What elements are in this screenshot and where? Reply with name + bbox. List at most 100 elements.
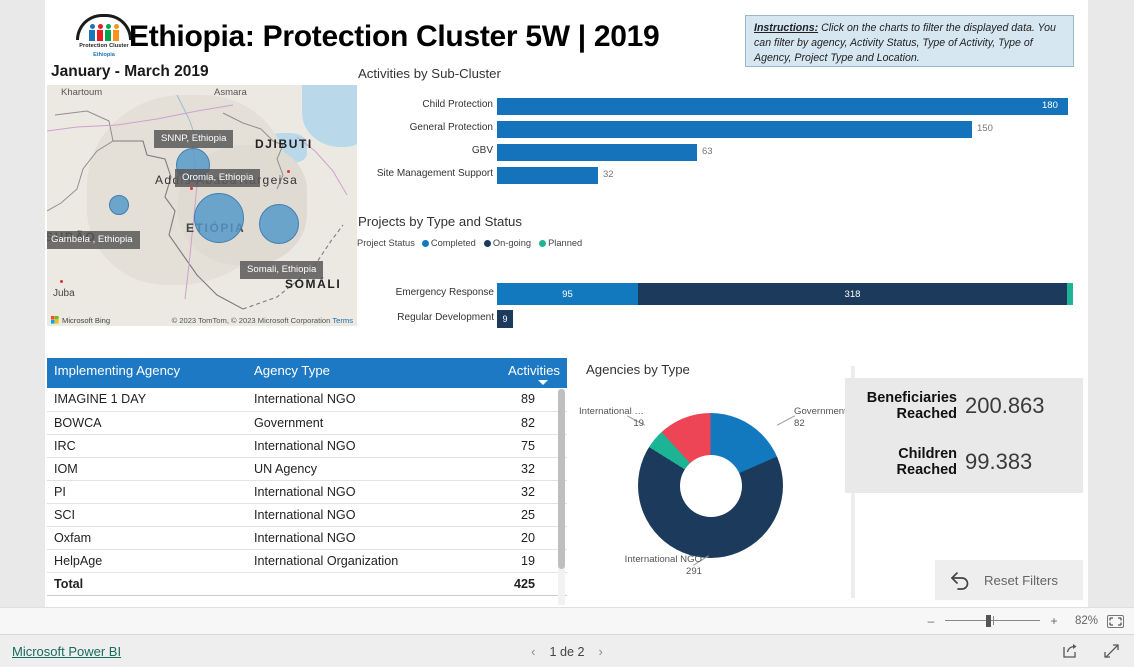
zoom-slider-thumb[interactable] xyxy=(986,615,991,627)
table-row[interactable]: HelpAge International Organization 19 xyxy=(47,549,567,573)
projects-bar-chart[interactable]: Project Status Completed On-going Planne… xyxy=(357,212,1079,330)
map-bubble-snnp[interactable] xyxy=(194,193,244,243)
logo-caption-country: Ethiopia xyxy=(93,52,115,58)
table-row[interactable]: PI International NGO 32 xyxy=(47,480,567,504)
table-row[interactable]: IRC International NGO 75 xyxy=(47,434,567,458)
map-label-somali: Somali, Ethiopia xyxy=(240,261,324,279)
share-button[interactable] xyxy=(1062,643,1079,664)
map-bubble-gambela[interactable] xyxy=(109,195,129,215)
reset-filters-label: Reset Filters xyxy=(984,572,1059,588)
power-bi-report-viewer: Protection Cluster Ethiopia Ethiopia: Pr… xyxy=(0,0,1134,667)
next-page-button[interactable]: › xyxy=(599,644,603,659)
location-map[interactable]: Khartoum Asmara DJIBUTI Addis Ababa Harg… xyxy=(47,85,357,326)
previous-page-button[interactable]: ‹ xyxy=(531,644,535,659)
kpi-label-line1: Beneficiaries xyxy=(866,390,957,406)
map-label-oromia: Oromia, Ethiopia xyxy=(175,169,261,187)
sort-descending-icon xyxy=(538,380,548,385)
instructions-box: Instructions: Click on the charts to fil… xyxy=(745,15,1074,67)
donut-label-text: International NGO xyxy=(624,554,702,565)
legend-item-planned[interactable]: Planned xyxy=(539,238,582,248)
subcluster-value: 150 xyxy=(977,123,993,134)
table-row[interactable]: Oxfam International NGO 20 xyxy=(47,526,567,550)
map-city-dot xyxy=(60,280,63,283)
agencies-by-type-chart[interactable]: Agencies by Type Government 82 Internati… xyxy=(579,358,855,607)
cell-type: International Organization xyxy=(247,549,479,573)
cell-type: International NGO xyxy=(247,480,479,504)
map-place-label: Asmara xyxy=(214,87,247,98)
table-scrollbar-thumb[interactable] xyxy=(558,389,565,569)
cell-activities: 32 xyxy=(479,457,567,481)
projects-category-label: Emergency Response xyxy=(395,287,494,298)
legend-item-ongoing[interactable]: On-going xyxy=(483,238,531,248)
cell-activities: 82 xyxy=(479,411,567,435)
map-country-label: DJIBUTI xyxy=(255,137,313,151)
bing-brand: Microsoft Bing xyxy=(62,316,111,325)
projects-segment-completed[interactable]: 95 xyxy=(497,283,638,305)
column-header-activities[interactable]: Activities xyxy=(479,358,567,388)
subcluster-bar[interactable] xyxy=(497,98,1068,115)
cell-agency: IMAGINE 1 DAY xyxy=(47,388,247,412)
kpi-value: 99.383 xyxy=(965,449,1033,475)
subcluster-value: 32 xyxy=(603,169,614,180)
table-row[interactable]: IOM UN Agency 32 xyxy=(47,457,567,481)
fit-to-page-button[interactable] xyxy=(1107,614,1124,628)
projects-segment-planned[interactable] xyxy=(1067,283,1073,305)
cell-activities: 32 xyxy=(479,480,567,504)
subcluster-category-label: Site Management Support xyxy=(376,168,493,179)
projects-segment-ongoing[interactable]: 9 xyxy=(497,310,513,328)
zoom-out-button[interactable]: – xyxy=(926,614,936,628)
kpi-label-line2: Reached xyxy=(896,462,957,479)
cell-activities: 75 xyxy=(479,434,567,458)
cell-activities: 19 xyxy=(479,549,567,573)
total-value: 425 xyxy=(479,571,567,596)
subcluster-bar[interactable] xyxy=(497,167,598,184)
projects-legend[interactable]: Project Status Completed On-going Planne… xyxy=(357,238,587,248)
cell-type: International NGO xyxy=(247,434,479,458)
legend-item-completed[interactable]: Completed xyxy=(421,238,476,248)
legend-swatch-icon xyxy=(483,239,491,247)
zoom-control-bar: – + 82% xyxy=(0,607,1134,634)
subcluster-bar-chart[interactable]: Child Protection 180 General Protection … xyxy=(357,92,1079,192)
subcluster-bar[interactable] xyxy=(497,144,697,161)
kpi-label-line1: Children xyxy=(898,446,957,462)
reset-filters-button[interactable]: Reset Filters xyxy=(935,560,1083,600)
cell-agency: HelpAge xyxy=(47,549,247,573)
cell-agency: Oxfam xyxy=(47,526,247,550)
kpi-value: 200.863 xyxy=(965,393,1045,419)
projects-segment-value: 318 xyxy=(844,288,861,300)
table-row[interactable]: SCI International NGO 25 xyxy=(47,503,567,527)
cell-type: International NGO xyxy=(247,503,479,527)
power-bi-brand-link[interactable]: Microsoft Power BI xyxy=(12,644,121,659)
fullscreen-button[interactable] xyxy=(1103,643,1120,664)
projects-segment-ongoing[interactable]: 318 xyxy=(638,283,1067,305)
donut-label-value: 82 xyxy=(794,417,805,429)
legend-title: Project Status xyxy=(357,238,415,248)
zoom-percentage: 82% xyxy=(1074,615,1098,627)
kpi-label: Beneficiaries Reached xyxy=(845,390,957,422)
subcluster-category-label: GBV xyxy=(471,145,493,156)
table-total-row: Total 425 xyxy=(47,571,567,596)
zoom-in-button[interactable]: + xyxy=(1049,614,1059,628)
legend-swatch-icon xyxy=(421,239,429,247)
donut-label-value: 19 xyxy=(633,417,644,429)
implementing-agency-table[interactable]: Implementing Agency Agency Type Activiti… xyxy=(47,358,567,607)
column-header-implementing-agency[interactable]: Implementing Agency xyxy=(47,358,247,388)
zoom-slider[interactable] xyxy=(945,614,1040,628)
column-header-agency-type[interactable]: Agency Type xyxy=(247,358,479,388)
subcluster-bar[interactable] xyxy=(497,121,972,138)
cell-type: International NGO xyxy=(247,526,479,550)
donut-label-value: 291 xyxy=(685,565,702,577)
donut-segments[interactable] xyxy=(638,413,783,558)
table-row[interactable]: BOWCA Government 82 xyxy=(47,411,567,435)
donut-chart-title: Agencies by Type xyxy=(586,362,690,377)
projects-category-label: Regular Development xyxy=(397,312,494,323)
map-bubble-somali[interactable] xyxy=(259,204,299,244)
projects-segment-value: 95 xyxy=(562,288,573,300)
kpi-beneficiaries-reached: Beneficiaries Reached 200.863 xyxy=(845,390,1083,422)
cell-agency: IOM xyxy=(47,457,247,481)
instructions-label: Instructions: xyxy=(754,22,819,34)
kpi-card-group: Beneficiaries Reached 200.863 Children R… xyxy=(845,378,1083,493)
page-title: Ethiopia: Protection Cluster 5W | 2019 xyxy=(129,20,660,53)
footer-actions xyxy=(1062,643,1120,664)
table-row[interactable]: IMAGINE 1 DAY International NGO 89 xyxy=(47,388,567,412)
